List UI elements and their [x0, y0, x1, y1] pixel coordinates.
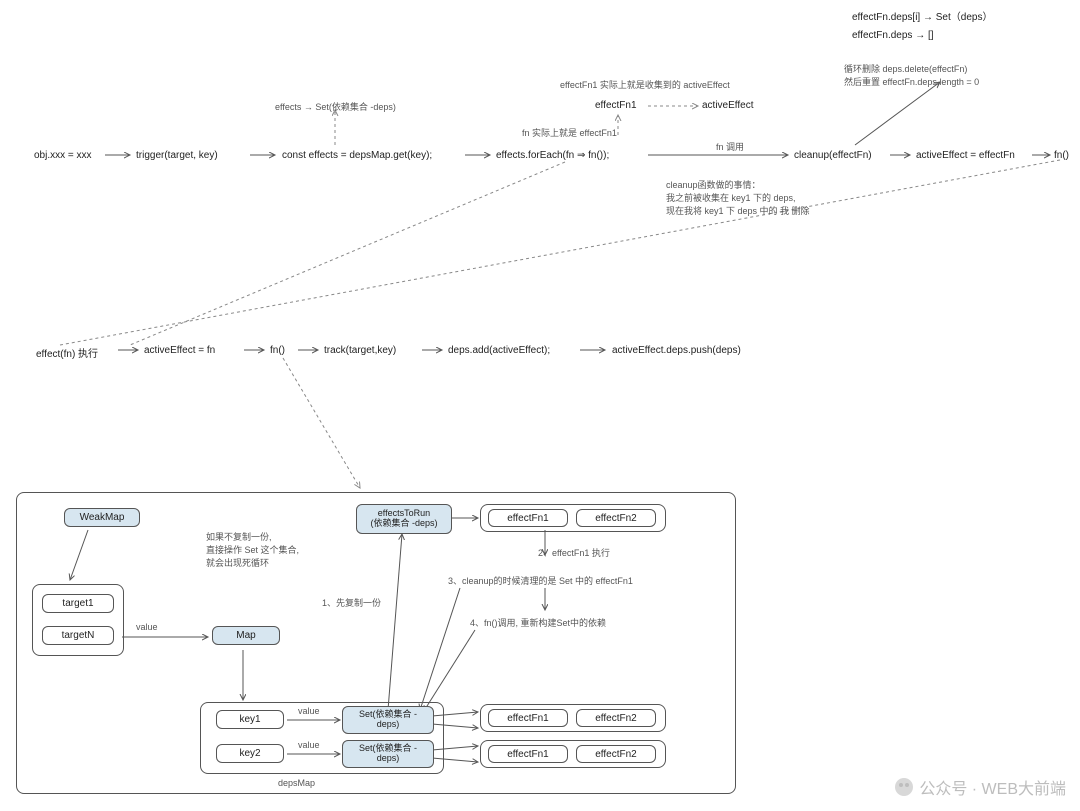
node-fn-exec: fn() — [270, 345, 285, 356]
ann-loop-delete: 循环删除 deps.delete(effectFn) 然后重置 effectFn… — [844, 62, 979, 88]
box-fn1-b: effectFn1 — [488, 745, 568, 763]
box-map: Map — [212, 626, 280, 645]
box-fn2-top: effectFn2 — [576, 509, 656, 527]
label-depsmap: depsMap — [278, 778, 315, 788]
node-activeeffect-label: activeEffect — [702, 100, 754, 111]
node-trigger: trigger(target, key) — [136, 150, 218, 161]
node-deps-add: deps.add(activeEffect); — [448, 345, 550, 356]
ann-fn-note: fn 实际上就是 effectFn1 — [522, 126, 617, 139]
watermark: 公众号 · WEB大前端 — [895, 775, 1066, 799]
box-weakmap: WeakMap — [64, 508, 140, 527]
node-effectfn1-label: effectFn1 — [595, 100, 637, 111]
wechat-icon — [895, 778, 913, 796]
ann-effects-set: effects → Set(依赖集合 -deps) — [275, 100, 396, 113]
code-note-deps-i: effectFn.deps[i] → Set（deps） — [852, 8, 992, 23]
node-fn-call: fn() — [1054, 150, 1069, 161]
box-fn1-a: effectFn1 — [488, 709, 568, 727]
code-note-deps-empty: effectFn.deps → [] — [852, 30, 934, 41]
node-activeeffect-fn: activeEffect = fn — [144, 345, 215, 356]
box-targetn: targetN — [42, 626, 114, 645]
box-target1: target1 — [42, 594, 114, 613]
ann-step4: 4、fn()调用, 重新构建Set中的依赖 — [470, 616, 606, 629]
node-active-effect-assign: activeEffect = effectFn — [916, 150, 1015, 161]
node-effect-fn: effect(fn) 执行 — [36, 345, 98, 360]
ann-step1: 1、先复制一份 — [322, 596, 381, 609]
box-fn1-top: effectFn1 — [488, 509, 568, 527]
node-const-effects: const effects = depsMap.get(key); — [282, 150, 432, 161]
box-fn2-a: effectFn2 — [576, 709, 656, 727]
ann-effectfn1-note: effectFn1 实际上就是收集到的 activeEffect — [560, 78, 730, 91]
label-value-1: value — [136, 622, 158, 632]
watermark-text: 公众号 · WEB大前端 — [919, 775, 1066, 799]
box-set-deps-1: Set(依赖集合 - deps) — [342, 706, 434, 734]
node-track: track(target,key) — [324, 345, 396, 356]
ann-step3: 3、cleanup的时候清理的是 Set 中的 effectFn1 — [448, 574, 633, 587]
node-obj-assign: obj.xxx = xxx — [34, 150, 92, 161]
node-deps-push: activeEffect.deps.push(deps) — [612, 345, 741, 356]
box-fn2-b: effectFn2 — [576, 745, 656, 763]
ann-copy-note: 如果不复制一份, 直接操作 Set 这个集合, 就会出现死循环 — [206, 530, 299, 569]
ann-cleanup-desc: cleanup函数做的事情： 我之前被收集在 key1 下的 deps, 现在我… — [666, 178, 810, 217]
box-key2: key2 — [216, 744, 284, 763]
ann-step2: 2、effectFn1 执行 — [538, 546, 610, 559]
label-value-3: value — [298, 740, 320, 750]
box-set-deps-2: Set(依赖集合 - deps) — [342, 740, 434, 768]
node-foreach: effects.forEach(fn ⇒ fn()); — [496, 150, 609, 161]
box-key1: key1 — [216, 710, 284, 729]
box-effects-to-run: effectsToRun (依赖集合 -deps) — [356, 504, 452, 534]
ann-fn-call: fn 调用 — [716, 140, 744, 153]
label-value-2: value — [298, 706, 320, 716]
node-cleanup: cleanup(effectFn) — [794, 150, 872, 161]
